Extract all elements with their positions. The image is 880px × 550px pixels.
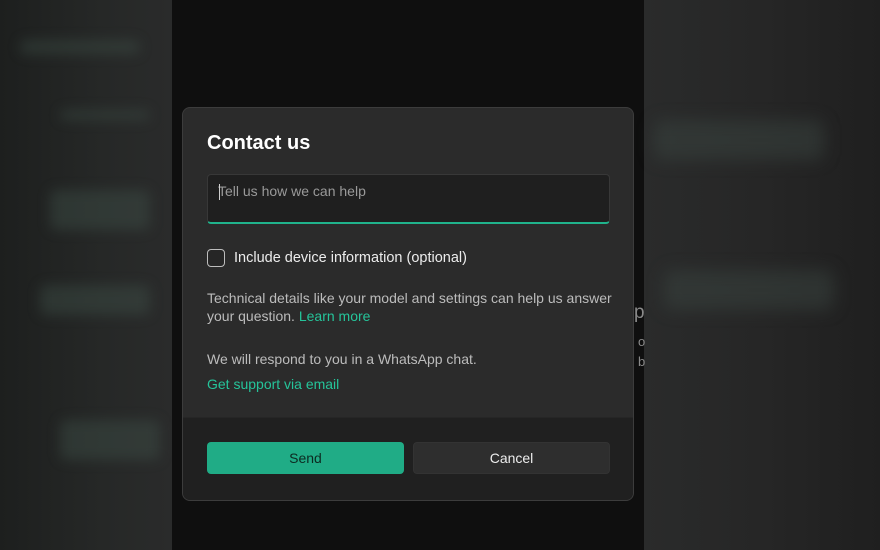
blurred-element: [60, 110, 150, 120]
cancel-button[interactable]: Cancel: [413, 442, 610, 474]
device-info-label: Include device information (optional): [234, 250, 467, 266]
dialog-title: Contact us: [207, 132, 311, 154]
blurred-element: [60, 420, 160, 460]
send-button[interactable]: Send: [207, 442, 404, 474]
blurred-element: [654, 120, 824, 160]
blurred-element: [20, 40, 140, 54]
device-info-checkbox[interactable]: [207, 249, 225, 267]
background-peek-text: b: [638, 354, 646, 369]
learn-more-link[interactable]: Learn more: [299, 308, 371, 324]
blurred-element: [664, 270, 834, 310]
background-peek-text: p: [634, 302, 645, 323]
message-input[interactable]: [208, 175, 609, 222]
blurred-element: [40, 285, 150, 315]
device-info-help: Technical details like your model and se…: [207, 290, 617, 325]
background-peek-text: o: [638, 334, 646, 349]
message-field-container: [207, 174, 610, 224]
email-support-link[interactable]: Get support via email: [207, 376, 339, 392]
text-caret: [219, 184, 220, 200]
device-info-option[interactable]: Include device information (optional): [207, 249, 467, 267]
contact-us-dialog: Contact us Include device information (o…: [182, 107, 634, 501]
dialog-footer: Send Cancel: [183, 417, 633, 500]
respond-info-text: We will respond to you in a WhatsApp cha…: [207, 351, 477, 367]
help-text: Technical details like your model and se…: [207, 290, 612, 324]
blurred-element: [50, 190, 150, 230]
dialog-body: Contact us Include device information (o…: [183, 108, 633, 417]
background-left-panel: [0, 0, 172, 550]
background-right-panel: p o b: [634, 0, 880, 550]
